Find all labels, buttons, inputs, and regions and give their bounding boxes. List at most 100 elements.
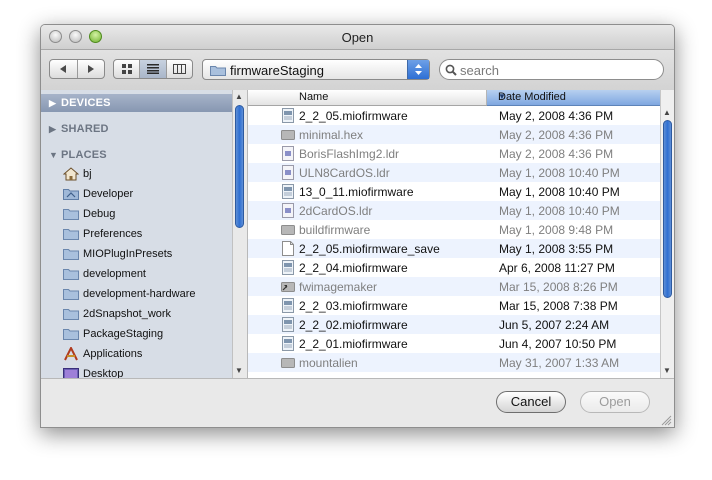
list-scroll-thumb[interactable]: [663, 120, 672, 298]
sidebar-item-development[interactable]: development: [41, 264, 232, 284]
desktop-icon: [63, 368, 79, 378]
sidebar-section-places[interactable]: ▼ PLACES: [41, 146, 232, 164]
icon-view-button[interactable]: [114, 60, 141, 78]
file-date-modified: May 1, 2008 10:40 PM: [499, 166, 620, 180]
view-mode-control: [113, 59, 193, 79]
file-row[interactable]: fwimagemaker Mar 15, 2008 8:26 PM: [248, 277, 660, 296]
file-date-modified: May 1, 2008 9:48 PM: [499, 223, 614, 237]
file-name: buildfirmware: [299, 223, 371, 237]
file-name: minimal.hex: [299, 128, 364, 142]
sidebar-section-shared[interactable]: ▶ SHARED: [41, 120, 232, 138]
folder-icon: [63, 249, 79, 260]
back-button[interactable]: [50, 60, 78, 78]
column-view-button[interactable]: [167, 60, 192, 78]
back-arrow-icon: [60, 65, 67, 73]
developer-folder-icon: [63, 189, 79, 200]
file-name: 2_2_02.miofirmware: [299, 318, 408, 332]
scroll-down-arrow-icon[interactable]: ▼: [663, 366, 671, 375]
file-date-modified: Mar 15, 2008 8:26 PM: [499, 280, 618, 294]
button-bar: Cancel Open: [41, 378, 674, 427]
disclosure-down-icon[interactable]: ▼: [49, 150, 58, 160]
location-stepper[interactable]: [407, 60, 429, 79]
file-name: 2_2_01.miofirmware: [299, 337, 408, 351]
file-row[interactable]: BorisFlashImg2.ldr May 2, 2008 4:36 PM: [248, 144, 660, 163]
open-button[interactable]: Open: [580, 391, 650, 413]
file-row[interactable]: buildfirmware May 1, 2008 9:48 PM: [248, 220, 660, 239]
sidebar-scrollbar[interactable]: ▲ ▼: [232, 90, 248, 378]
file-name: 2_2_05.miofirmware_save: [299, 242, 440, 256]
firmware-file-icon: [282, 184, 294, 199]
sidebar-item-developer[interactable]: Developer: [41, 184, 232, 204]
ldr-file-icon: [282, 146, 294, 161]
file-row[interactable]: 2dCardOS.ldr May 1, 2008 10:40 PM: [248, 201, 660, 220]
sidebar-item-development-hardware[interactable]: development-hardware: [41, 284, 232, 304]
gray-file-icon: [281, 130, 295, 140]
file-date-modified: May 2, 2008 4:36 PM: [499, 128, 614, 142]
forward-button[interactable]: [78, 60, 105, 78]
list-view-button[interactable]: [140, 60, 167, 78]
scroll-down-arrow-icon[interactable]: ▼: [235, 366, 243, 375]
firmware-file-icon: [282, 260, 294, 275]
file-row[interactable]: 2_2_02.miofirmware Jun 5, 2007 2:24 AM: [248, 315, 660, 334]
ldr-file-icon: [282, 203, 294, 218]
updown-arrows-icon: [415, 64, 422, 75]
date-modified-column-header[interactable]: Date Modified ▼: [487, 90, 660, 106]
sidebar-section-devices[interactable]: ▶ DEVICES: [41, 94, 232, 112]
folder-icon: [63, 289, 79, 300]
list-scrollbar[interactable]: ▲ ▼: [660, 90, 674, 378]
file-row[interactable]: ULN8CardOS.ldr May 1, 2008 10:40 PM: [248, 163, 660, 182]
file-row[interactable]: 13_0_11.miofirmware May 1, 2008 10:40 PM: [248, 182, 660, 201]
sidebar-item-debug[interactable]: Debug: [41, 204, 232, 224]
file-name: 2_2_04.miofirmware: [299, 261, 408, 275]
sidebar-item-bj[interactable]: bj: [41, 164, 232, 184]
sidebar-item-preferences[interactable]: Preferences: [41, 224, 232, 244]
sidebar-item-desktop[interactable]: Desktop: [41, 364, 232, 378]
firmware-file-icon: [282, 298, 294, 313]
cancel-button[interactable]: Cancel: [496, 391, 566, 413]
disclosure-right-icon[interactable]: ▶: [49, 98, 56, 109]
home-icon: [63, 167, 79, 181]
file-row[interactable]: 2_2_05.miofirmware May 2, 2008 4:36 PM: [248, 106, 660, 125]
gray-file-icon: [281, 225, 295, 235]
sidebar-item-applications[interactable]: Applications: [41, 344, 232, 364]
title-bar[interactable]: Open: [41, 25, 674, 50]
file-date-modified: Mar 15, 2008 7:38 PM: [499, 299, 618, 313]
file-row[interactable]: 2_2_04.miofirmware Apr 6, 2008 11:27 PM: [248, 258, 660, 277]
window-title: Open: [341, 30, 374, 45]
resize-grip-icon[interactable]: [661, 415, 672, 426]
gray-file-icon: [281, 358, 295, 368]
file-row[interactable]: 2_2_01.miofirmware Jun 4, 2007 10:50 PM: [248, 334, 660, 353]
document-icon: [282, 241, 294, 256]
sidebar-item-package-staging[interactable]: PackageStaging: [41, 324, 232, 344]
file-date-modified: May 1, 2008 3:55 PM: [499, 242, 614, 256]
sidebar-scroll-thumb[interactable]: [235, 105, 244, 228]
icon-view-icon: [121, 64, 132, 74]
file-name: 13_0_11.miofirmware: [299, 185, 414, 199]
folder-icon: [63, 209, 79, 220]
file-date-modified: May 1, 2008 10:40 PM: [499, 204, 620, 218]
file-row[interactable]: mountalien May 31, 2007 1:33 AM: [248, 353, 660, 372]
list-header: Name Date Modified ▼: [248, 90, 660, 106]
name-column-header[interactable]: Name: [248, 90, 487, 105]
search-field[interactable]: search: [439, 59, 664, 80]
scroll-up-arrow-icon[interactable]: ▲: [235, 92, 243, 101]
folder-icon: [63, 309, 79, 320]
file-row[interactable]: minimal.hex May 2, 2008 4:36 PM: [248, 125, 660, 144]
file-name: fwimagemaker: [299, 280, 378, 294]
disclosure-right-icon[interactable]: ▶: [49, 124, 56, 135]
file-name: 2_2_05.miofirmware: [299, 109, 408, 123]
forward-arrow-icon: [87, 65, 94, 73]
sidebar-item-2dsnapshot-work[interactable]: 2dSnapshot_work: [41, 304, 232, 324]
scroll-up-arrow-icon[interactable]: ▲: [663, 108, 671, 117]
search-placeholder: search: [460, 63, 500, 78]
location-popup[interactable]: firmwareStaging: [202, 59, 430, 80]
firmware-file-icon: [282, 317, 294, 332]
file-name: 2dCardOS.ldr: [299, 204, 373, 218]
file-row[interactable]: 2_2_03.miofirmware Mar 15, 2008 7:38 PM: [248, 296, 660, 315]
sidebar-item-mioplugin-presets[interactable]: MIOPlugInPresets: [41, 244, 232, 264]
file-row[interactable]: 2_2_05.miofirmware_save May 1, 2008 3:55 …: [248, 239, 660, 258]
folder-icon: [63, 329, 79, 340]
file-name: BorisFlashImg2.ldr: [299, 147, 400, 161]
alias-file-icon: [281, 282, 295, 292]
file-list: Name Date Modified ▼ 2_2_05.miofirmware M…: [248, 90, 660, 378]
